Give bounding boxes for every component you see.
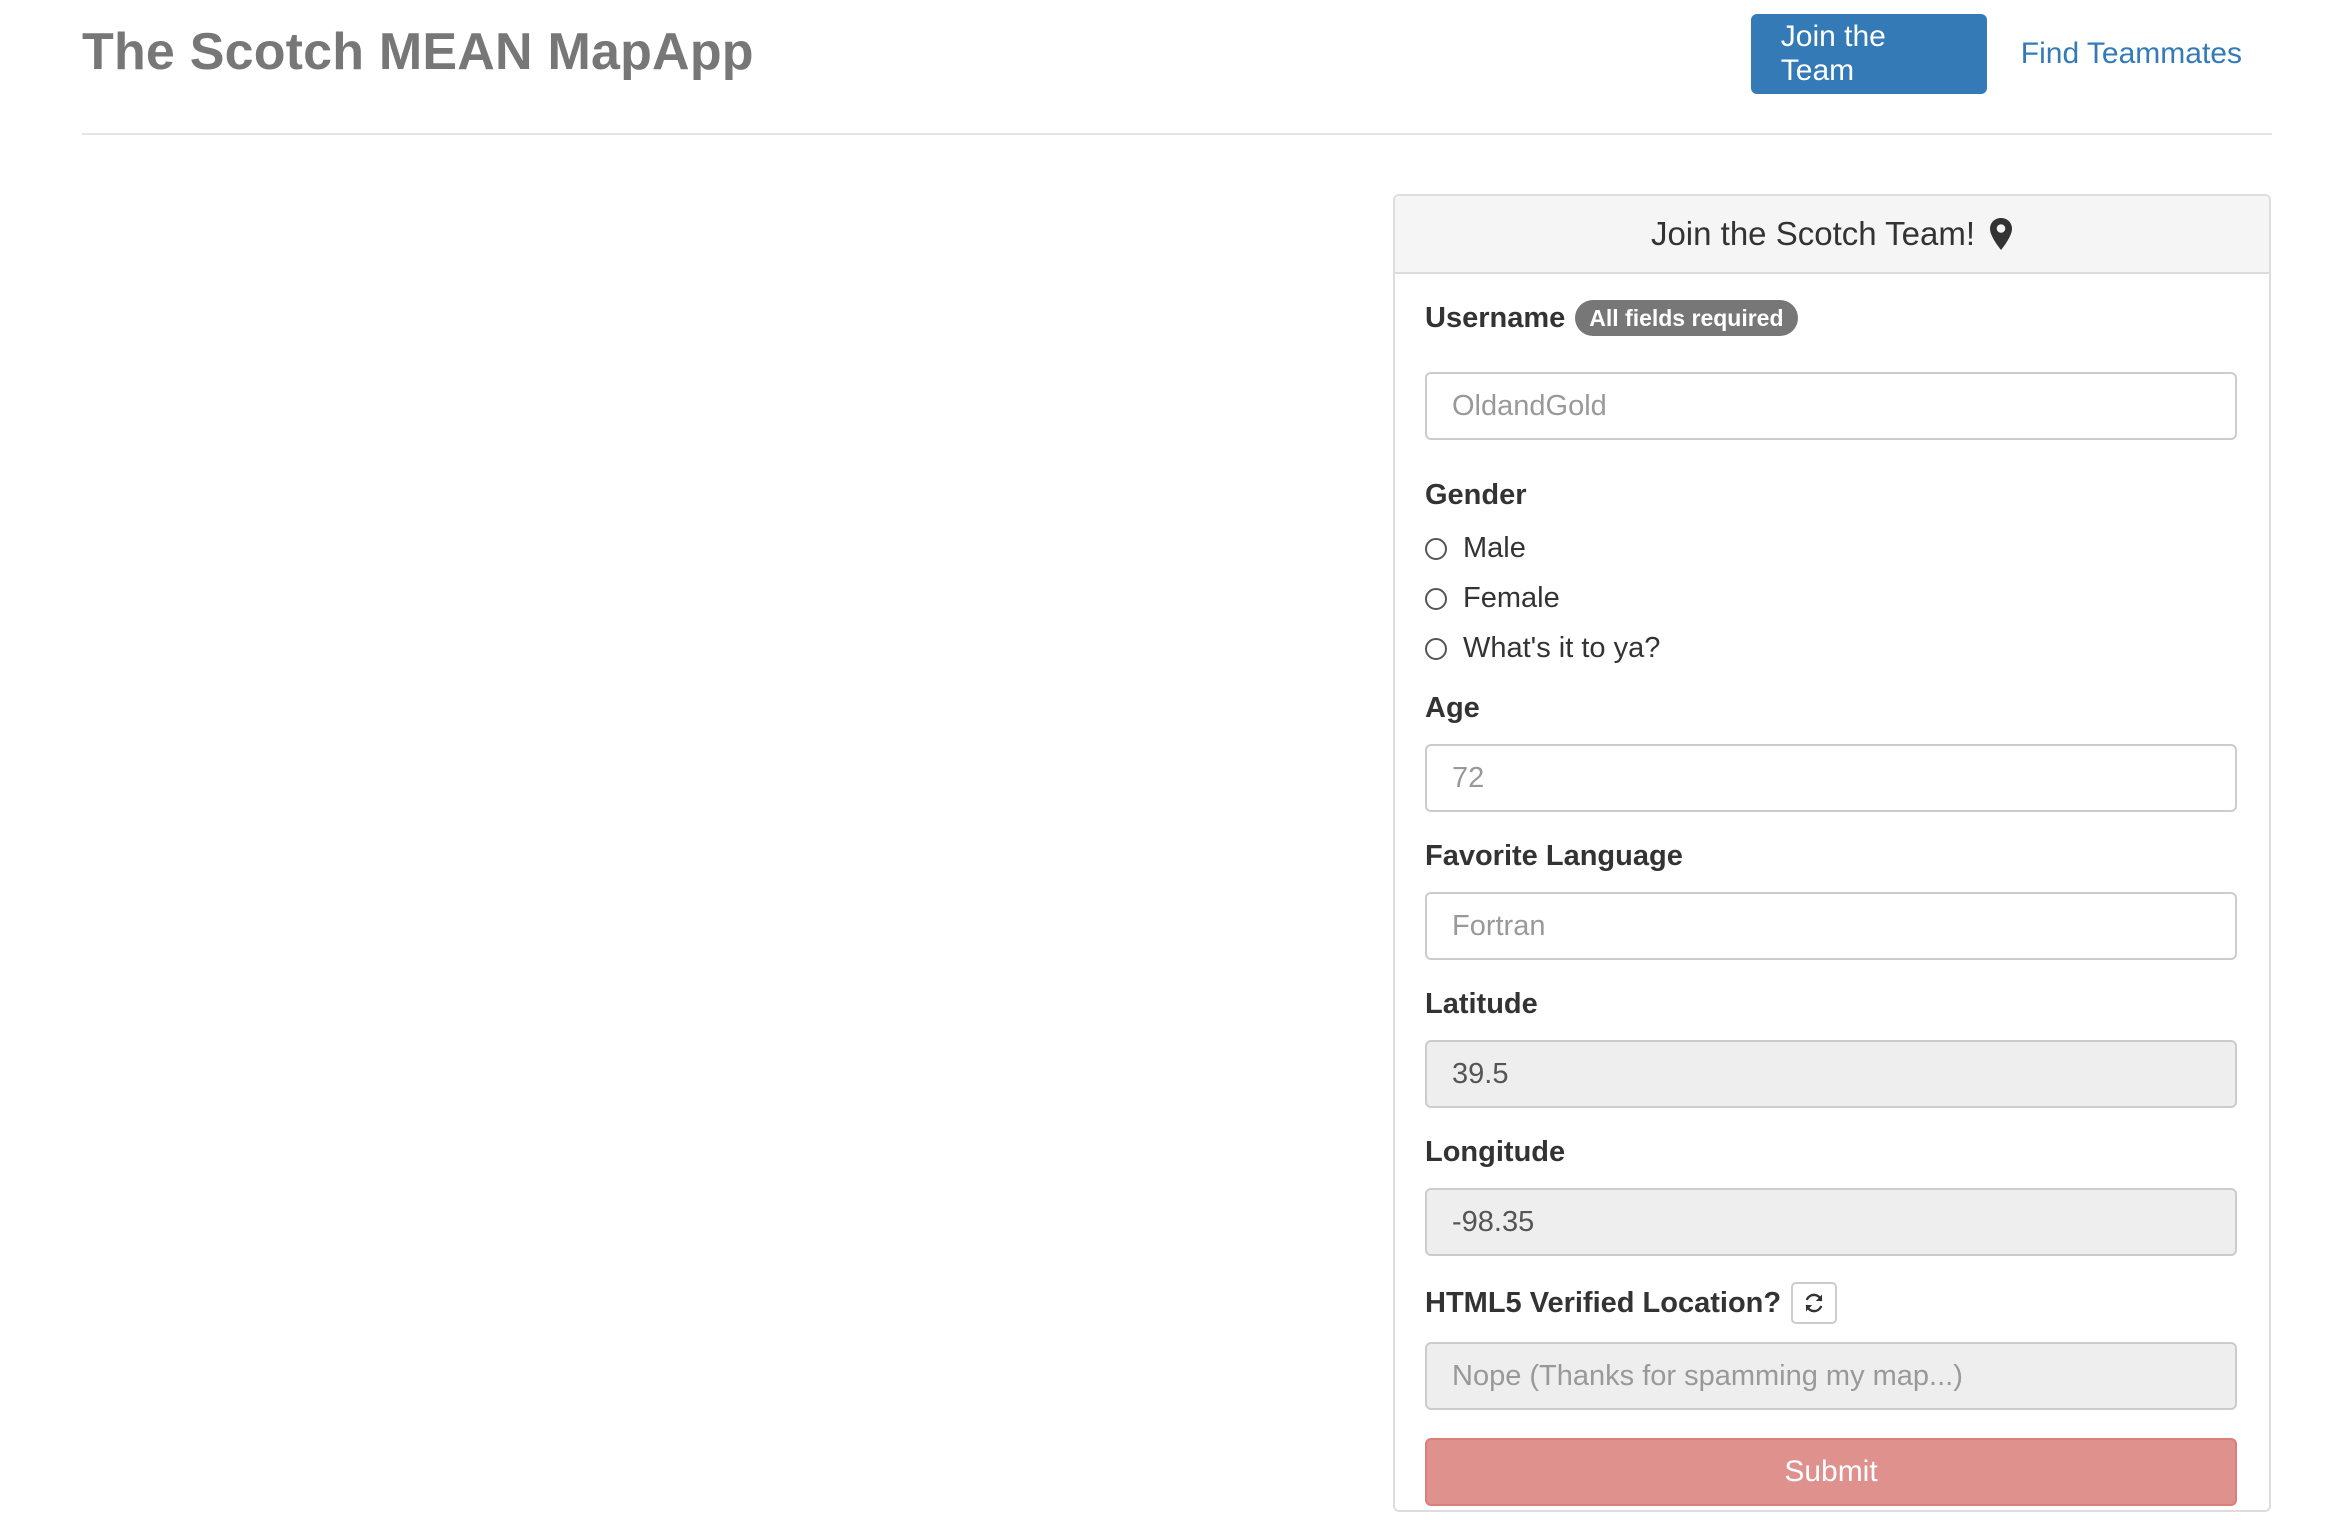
username-label-row: Username All fields required bbox=[1425, 300, 1798, 336]
radio-label: What's it to ya? bbox=[1463, 632, 1661, 664]
refresh-location-button[interactable] bbox=[1791, 1282, 1838, 1324]
language-input[interactable]: Fortran bbox=[1425, 892, 2237, 960]
radio-male[interactable] bbox=[1425, 537, 1447, 560]
verified-location-input: Nope (Thanks for spamming my map...) bbox=[1425, 1342, 2237, 1410]
map-marker-icon bbox=[1990, 218, 2013, 250]
username-label: Username bbox=[1425, 301, 1566, 334]
required-badge: All fields required bbox=[1575, 300, 1798, 336]
gender-option-female[interactable]: Female bbox=[1425, 582, 1560, 615]
age-label: Age bbox=[1425, 692, 1480, 724]
latitude-label: Latitude bbox=[1425, 988, 1538, 1020]
top-nav: Join the Team Find Teammates bbox=[1750, 14, 2272, 94]
radio-other[interactable] bbox=[1425, 637, 1447, 660]
radio-female[interactable] bbox=[1425, 587, 1447, 610]
join-team-tab[interactable]: Join the Team bbox=[1750, 14, 1987, 94]
gender-option-male[interactable]: Male bbox=[1425, 532, 1526, 565]
gender-option-other[interactable]: What's it to ya? bbox=[1425, 632, 1660, 665]
panel-title: Join the Scotch Team! bbox=[1650, 215, 1976, 252]
longitude-label: Longitude bbox=[1425, 1136, 1566, 1168]
brand-title[interactable]: The Scotch MEAN MapApp bbox=[82, 22, 754, 82]
submit-button[interactable]: Submit bbox=[1425, 1438, 2237, 1506]
join-form-panel: Join the Scotch Team! Username All field… bbox=[1393, 194, 2271, 1512]
verified-label-row: HTML5 Verified Location? bbox=[1425, 1282, 1838, 1324]
language-label: Favorite Language bbox=[1425, 840, 1683, 872]
age-input[interactable]: 72 bbox=[1425, 744, 2237, 812]
verified-label: HTML5 Verified Location? bbox=[1425, 1286, 1782, 1319]
panel-heading: Join the Scotch Team! bbox=[1395, 196, 2269, 274]
longitude-input: -98.35 bbox=[1425, 1188, 2237, 1256]
username-input[interactable]: OldandGold bbox=[1425, 372, 2237, 440]
find-teammates-tab[interactable]: Find Teammates bbox=[2021, 14, 2272, 94]
radio-label: Male bbox=[1463, 532, 1526, 564]
radio-label: Female bbox=[1463, 582, 1560, 614]
map-canvas[interactable] bbox=[82, 196, 1372, 1506]
gender-label: Gender bbox=[1425, 479, 1527, 511]
refresh-icon bbox=[1805, 1293, 1823, 1313]
page-header: The Scotch MEAN MapApp Join the Team Fin… bbox=[82, 0, 2272, 135]
latitude-input: 39.5 bbox=[1425, 1040, 2237, 1108]
